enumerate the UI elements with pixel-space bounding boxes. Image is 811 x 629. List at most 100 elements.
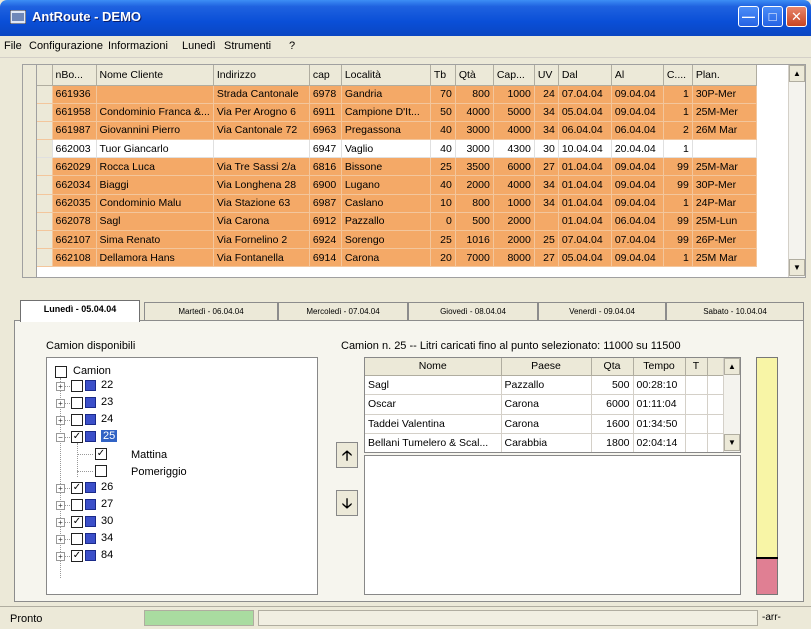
cell-localita[interactable]: Pregassona: [341, 121, 431, 141]
close-button[interactable]: ✕: [786, 6, 807, 27]
grid-row[interactable]: 661987 Giovannini Pierro Via Cantonale 72 6…: [37, 121, 757, 141]
cell-al[interactable]: 09.04.04: [611, 157, 664, 177]
cell-al[interactable]: 09.04.04: [611, 248, 664, 268]
col-header-localita[interactable]: Località: [341, 65, 431, 86]
grid-scroll-up-button[interactable]: ▲: [789, 65, 805, 82]
camion-checkbox[interactable]: ✓: [71, 482, 83, 494]
stop-cell-tempo[interactable]: 01:34:50: [633, 414, 686, 434]
stop-cell-qta[interactable]: 1800: [591, 433, 634, 452]
cell-c[interactable]: 99: [663, 175, 693, 195]
cell-uv[interactable]: [534, 212, 559, 232]
cell-indirizzo[interactable]: Via Tre Sassi 2/a: [213, 157, 310, 177]
cell-c[interactable]: 1: [663, 85, 693, 104]
camion-label[interactable]: 30: [101, 515, 113, 527]
menu-lunedi[interactable]: Lunedì: [182, 40, 216, 52]
cell-c[interactable]: 99: [663, 212, 693, 232]
col-header-plan[interactable]: Plan.: [692, 65, 757, 86]
cell-c[interactable]: 2: [663, 121, 693, 141]
grid-row[interactable]: 662035 Condominio Malu Via Stazione 63 6987…: [37, 194, 757, 213]
tab-giovedi[interactable]: Giovedì - 08.04.04: [408, 302, 538, 320]
cell-c[interactable]: 1: [663, 103, 693, 122]
cell-qta[interactable]: 1016: [455, 230, 494, 250]
maximize-button[interactable]: □: [762, 6, 783, 27]
col-header-qta[interactable]: Qtà: [455, 65, 494, 86]
stop-cell-paese[interactable]: Carona: [501, 394, 592, 415]
cell-c[interactable]: 1: [663, 248, 693, 268]
stop-cell-nome[interactable]: Sagl: [365, 375, 502, 395]
cell-capacita[interactable]: 1000: [493, 194, 535, 213]
row-selector-cell[interactable]: [37, 212, 53, 232]
cell-indirizzo[interactable]: Via Fontanella: [213, 248, 310, 268]
camion-checkbox[interactable]: ✓: [71, 550, 83, 562]
cell-tb[interactable]: 25: [430, 230, 456, 250]
cell-nbo[interactable]: 662034: [52, 175, 97, 195]
cell-al[interactable]: 09.04.04: [611, 194, 664, 213]
row-selector-cell[interactable]: [37, 85, 53, 104]
menu-strumenti[interactable]: Strumenti: [224, 40, 271, 52]
cell-cap[interactable]: 6924: [309, 230, 342, 250]
cell-dal[interactable]: 07.04.04: [558, 230, 612, 250]
grid-row[interactable]: 661936 Strada Cantonale 6978 Gandria 70 800 10…: [37, 85, 757, 104]
cell-nome-cliente[interactable]: Giovannini Pierro: [96, 121, 214, 141]
cell-dal[interactable]: 01.04.04: [558, 157, 612, 177]
cell-localita[interactable]: Carona: [341, 248, 431, 268]
cell-c[interactable]: 1: [663, 139, 693, 159]
cell-uv[interactable]: 34: [534, 103, 559, 122]
cell-tb[interactable]: 50: [430, 103, 456, 122]
cell-plan[interactable]: 25M Mar: [692, 248, 757, 268]
cell-capacita[interactable]: 8000: [493, 248, 535, 268]
row-selector-cell[interactable]: [37, 194, 53, 213]
cell-qta[interactable]: 3000: [455, 139, 494, 159]
cell-qta[interactable]: 4000: [455, 103, 494, 122]
cell-indirizzo[interactable]: Via Carona: [213, 212, 310, 232]
cell-nbo[interactable]: 661936: [52, 85, 97, 104]
stop-cell-t[interactable]: [685, 414, 708, 434]
cell-qta[interactable]: 800: [455, 85, 494, 104]
row-selector-cell[interactable]: [37, 248, 53, 268]
cell-c[interactable]: 1: [663, 194, 693, 213]
cell-tb[interactable]: 70: [430, 85, 456, 104]
row-selector-cell[interactable]: [37, 175, 53, 195]
stop-cell-tempo[interactable]: 00:28:10: [633, 375, 686, 395]
stops-grid[interactable]: Nome Paese Qta Tempo T Sagl Pazzallo 500 00…: [364, 357, 741, 453]
stop-cell-t[interactable]: [685, 433, 708, 452]
row-selector-cell[interactable]: [37, 121, 53, 141]
camion-label[interactable]: 84: [101, 549, 113, 561]
cell-plan[interactable]: 25M-Mar: [692, 157, 757, 177]
camion-label[interactable]: 26: [101, 481, 113, 493]
stop-cell-nome[interactable]: Bellani Tumelero & Scal...: [365, 433, 502, 452]
col-header-dal[interactable]: Dal: [558, 65, 612, 86]
cell-al[interactable]: 06.04.04: [611, 212, 664, 232]
camion-label[interactable]: 23: [101, 396, 113, 408]
camion-checkbox[interactable]: [71, 499, 83, 511]
cell-nome-cliente[interactable]: Condominio Franca &...: [96, 103, 214, 122]
cell-nome-cliente[interactable]: Biaggi: [96, 175, 214, 195]
cell-nome-cliente[interactable]: Rocca Luca: [96, 157, 214, 177]
cell-uv[interactable]: 34: [534, 175, 559, 195]
stop-row[interactable]: Sagl Pazzallo 500 00:28:10: [365, 375, 725, 395]
cell-nbo[interactable]: 662003: [52, 139, 97, 159]
grid-row-selector[interactable]: [22, 64, 36, 278]
row-selector-cell[interactable]: [37, 103, 53, 122]
cell-cap[interactable]: 6912: [309, 212, 342, 232]
cell-dal[interactable]: 05.04.04: [558, 248, 612, 268]
stop-row[interactable]: Oscar Carona 6000 01:11:04: [365, 394, 725, 415]
cell-dal[interactable]: 05.04.04: [558, 103, 612, 122]
cell-localita[interactable]: Pazzallo: [341, 212, 431, 232]
cell-capacita[interactable]: 6000: [493, 157, 535, 177]
cell-dal[interactable]: 01.04.04: [558, 212, 612, 232]
minimize-button[interactable]: —: [738, 6, 759, 27]
cell-cap[interactable]: 6947: [309, 139, 342, 159]
stops-scrollbar[interactable]: ▲ ▼: [723, 358, 740, 452]
cell-uv[interactable]: 25: [534, 230, 559, 250]
col-header-tb[interactable]: Tb: [430, 65, 456, 86]
cell-qta[interactable]: 7000: [455, 248, 494, 268]
camion-tree[interactable]: Camion +22 +23 +24− ✓ 25 ✓ Mattina Pomeriggio + ✓…: [46, 357, 318, 595]
stop-cell-tempo[interactable]: 01:11:04: [633, 394, 686, 415]
cell-qta[interactable]: 500: [455, 212, 494, 232]
cell-c[interactable]: 99: [663, 157, 693, 177]
stop-cell-nome[interactable]: Oscar: [365, 394, 502, 415]
camion-label[interactable]: 25: [101, 430, 118, 442]
cell-uv[interactable]: 27: [534, 248, 559, 268]
cell-capacita[interactable]: 2000: [493, 230, 535, 250]
